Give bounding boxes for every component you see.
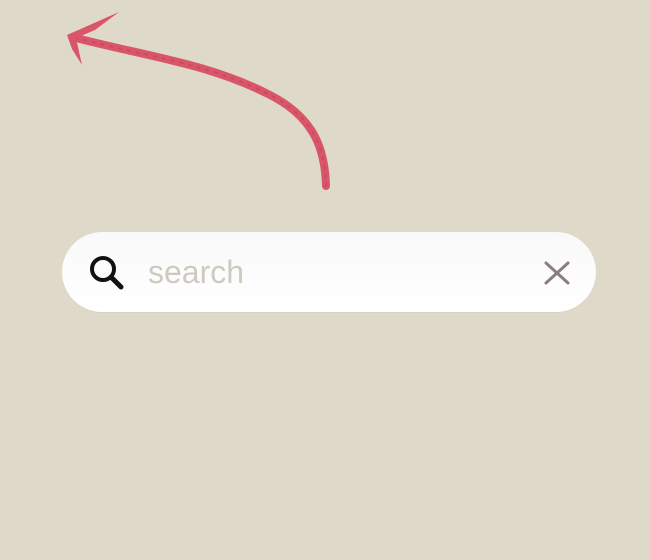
clear-search-button[interactable] xyxy=(540,258,574,288)
search-icon xyxy=(90,256,124,290)
curved-arrow-icon xyxy=(67,12,330,190)
page-background xyxy=(0,0,650,560)
search-input[interactable] xyxy=(148,248,508,296)
search-bar[interactable] xyxy=(62,232,596,312)
close-icon xyxy=(544,261,570,285)
